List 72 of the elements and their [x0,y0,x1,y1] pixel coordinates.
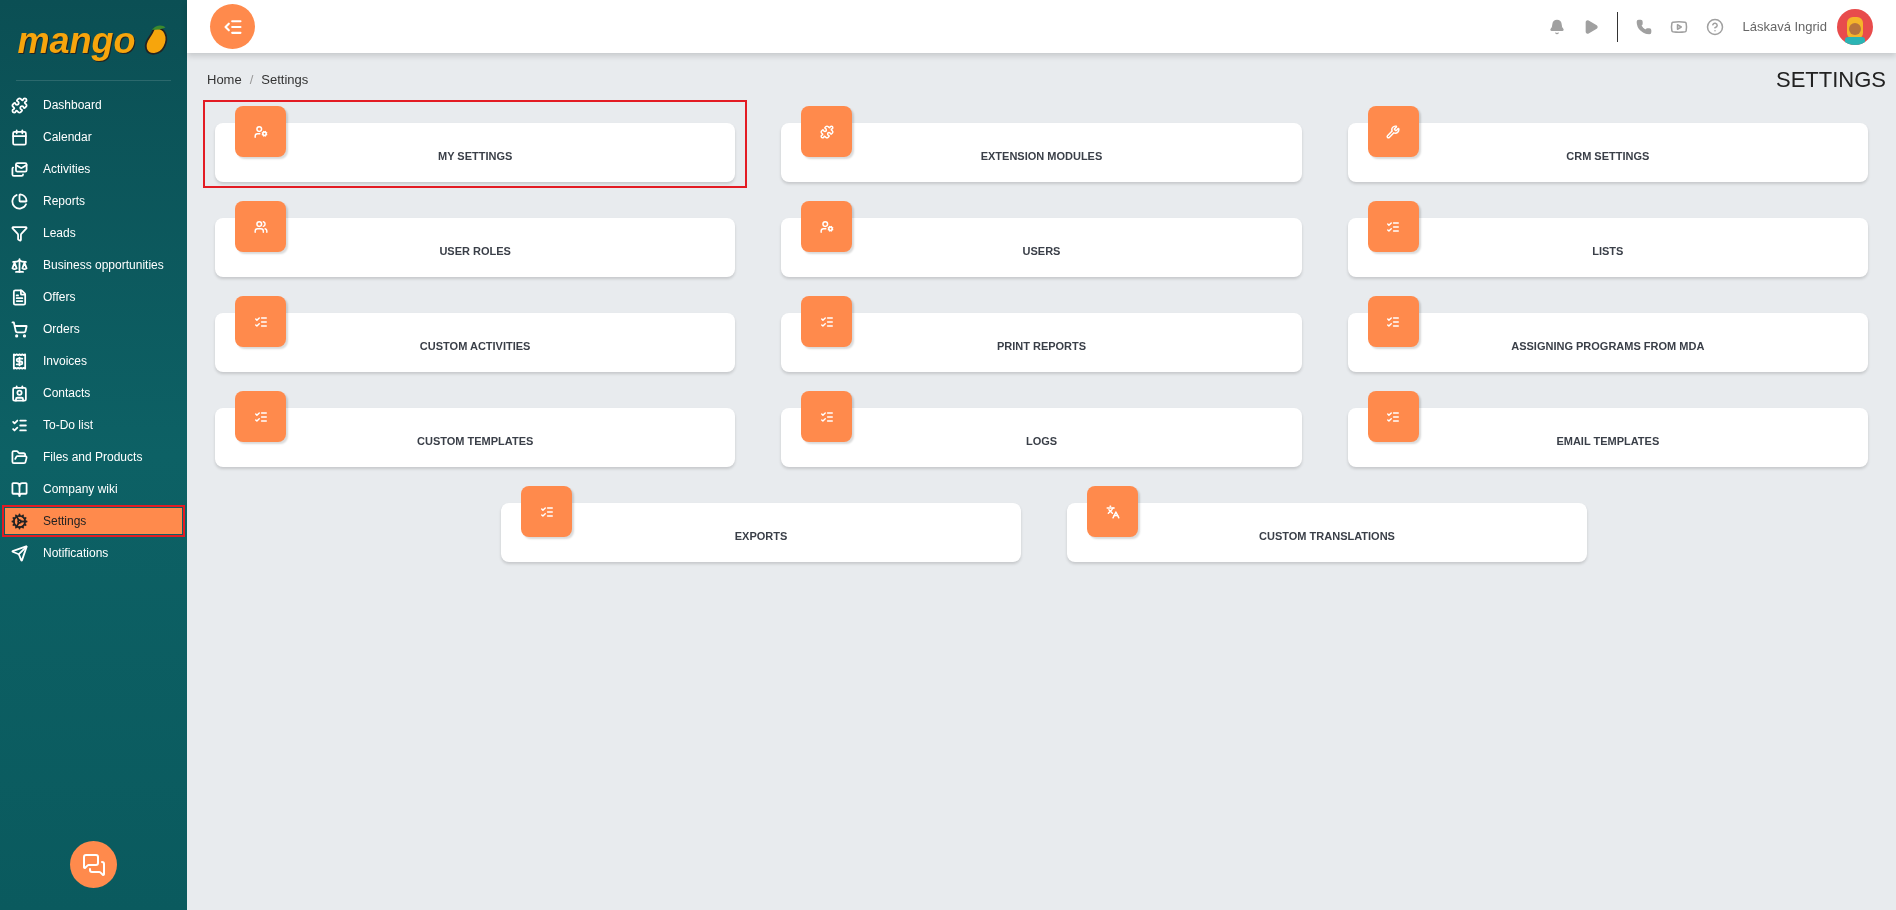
sidebar-item[interactable]: To-Do list [5,412,182,438]
sidebar-item[interactable]: Calendar [5,124,182,150]
settings-card[interactable]: LISTS [1347,218,1868,277]
receipt-icon [11,352,28,370]
sidebar-item[interactable]: Files and Products [5,444,182,470]
puzzle-icon [11,96,28,114]
sidebar-item[interactable]: Notifications [5,540,182,566]
sidebar-item[interactable]: Dashboard [5,92,182,118]
checklist-icon [521,486,572,537]
puzzle-icon [801,106,853,157]
checklist-icon [235,296,286,347]
help-icon[interactable] [1706,17,1725,36]
scale-icon [11,256,28,274]
sidebar-item[interactable]: Orders [5,316,182,342]
folder-icon [11,448,28,466]
user-gear-icon [801,201,853,252]
contact-card-icon [11,384,28,402]
settings-card[interactable]: USERS [781,218,1302,277]
settings-card[interactable]: LOGS [781,408,1302,467]
person-silhouette-icon [1843,16,1867,45]
checklist-icon [1367,201,1419,252]
phone-icon[interactable] [1636,18,1653,35]
gear-icon [11,512,28,530]
avatar[interactable] [1837,8,1873,45]
sidebar-item[interactable]: Offers [5,284,182,310]
breadcrumb-link[interactable]: Home [207,69,242,90]
sidebar-item[interactable]: Invoices [5,348,182,374]
checklist-icon [235,391,286,442]
breadcrumb-link[interactable]: Settings [261,69,309,90]
funnel-icon [11,224,28,242]
settings-card[interactable]: USER ROLES [215,218,736,277]
settings-card[interactable]: CUSTOM TEMPLATES [215,408,736,467]
user-name[interactable]: Láskavá Ingrid [1742,16,1827,37]
sidebar-item[interactable]: Activities [5,156,182,182]
sidebar-item[interactable]: Reports [5,188,182,214]
settings-card[interactable]: CRM SETTINGS [1347,123,1868,182]
envelopes-icon [11,160,28,178]
settings-card[interactable]: CUSTOM ACTIVITIES [215,313,736,372]
paper-plane-icon [11,544,28,562]
checklist-icon [801,391,853,442]
sidebar-item[interactable]: Leads [5,220,182,246]
menu-toggle-button[interactable] [210,4,255,49]
settings-card[interactable]: PRINT REPORTS [781,313,1302,372]
checklist-icon [1367,296,1419,347]
breadcrumb-separator: / [249,70,254,89]
cart-icon [11,320,28,338]
calendar-icon [11,128,28,146]
pie-chart-icon [11,192,28,210]
book-icon [11,480,28,498]
settings-card[interactable]: EXPORTS [501,503,1021,562]
chat-button[interactable] [70,841,117,888]
checklist-icon [801,296,853,347]
settings-card[interactable]: MY SETTINGS [215,123,736,182]
settings-card[interactable]: EMAIL TEMPLATES [1347,408,1868,467]
settings-card[interactable]: EXTENSION MODULES [781,123,1302,182]
bell-icon[interactable] [1549,18,1566,35]
translate-icon [1087,486,1138,537]
document-icon [11,288,28,306]
sidebar-item[interactable]: Business opportunities [5,252,182,278]
sidebar-item[interactable]: Settings [5,508,182,534]
chat-bubbles-icon [81,852,106,877]
users-icon [235,201,286,252]
checklist-icon [1367,391,1419,442]
user-gear-icon [235,106,286,157]
page-title: SETTINGS [1776,66,1886,94]
settings-card[interactable]: CUSTOM TRANSLATIONS [1067,503,1587,562]
sidebar-item[interactable]: Company wiki [5,476,182,502]
mango-logo[interactable]: mango [16,0,171,81]
sidebar-item[interactable]: Contacts [5,380,182,406]
settings-card[interactable]: ASSIGNING PROGRAMS FROM MDA [1347,313,1868,372]
wrench-icon [1367,106,1419,157]
play-icon[interactable] [1583,18,1600,35]
